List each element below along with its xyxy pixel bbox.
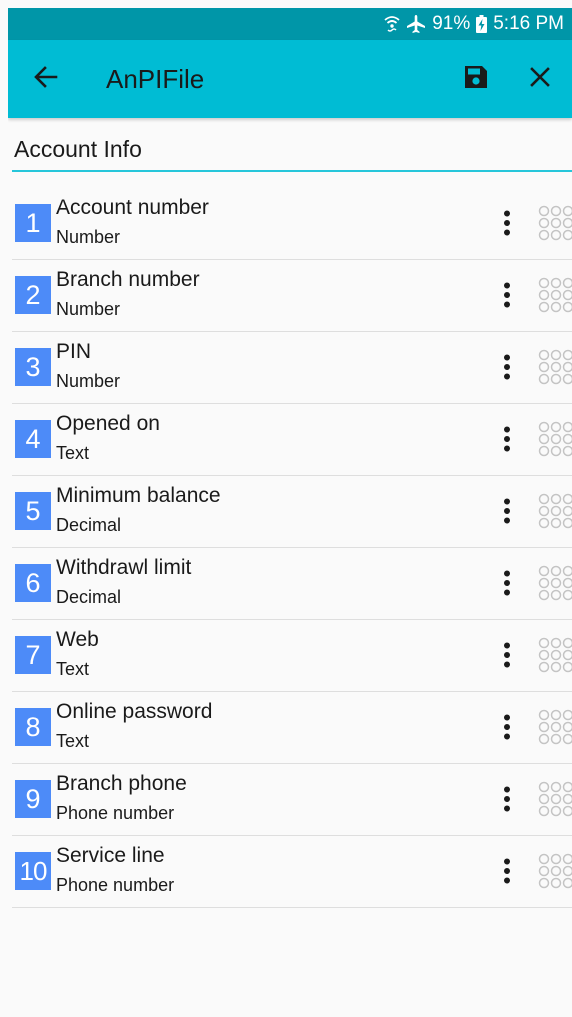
field-index-badge: 8 (15, 708, 51, 746)
field-labels: Web Text (56, 628, 99, 680)
field-type: Number (56, 227, 121, 247)
field-labels: Branch phone Phone number (56, 772, 187, 824)
field-index-badge: 2 (15, 276, 51, 314)
field-name: Branch number (56, 268, 200, 291)
field-row[interactable]: 5 Minimum balance Decimal (12, 476, 572, 548)
battery-charging-icon (476, 15, 488, 33)
field-index-badge: 6 (15, 564, 51, 602)
close-icon (530, 66, 550, 92)
drag-handle-icon[interactable] (537, 636, 572, 674)
field-name: Web (56, 628, 99, 651)
section-title-underline (12, 170, 572, 172)
field-name: PIN (56, 340, 92, 363)
more-vert-icon[interactable] (492, 638, 522, 672)
field-labels: Account number Number (56, 196, 209, 248)
field-type: Text (56, 443, 90, 463)
clock: 5:16 PM (493, 13, 564, 34)
field-name: Withdrawl limit (56, 556, 192, 579)
close-button[interactable] (508, 40, 572, 118)
account-info-section: Account Info 1 Account number Number 2 B… (12, 132, 572, 908)
drag-handle-icon[interactable] (537, 420, 572, 458)
field-index-badge: 1 (15, 204, 51, 242)
more-vert-icon[interactable] (492, 710, 522, 744)
field-name: Minimum balance (56, 484, 221, 507)
field-row[interactable]: 1 Account number Number (12, 188, 572, 260)
field-type: Decimal (56, 587, 122, 607)
field-row[interactable]: 7 Web Text (12, 620, 572, 692)
field-type: Number (56, 371, 121, 391)
drag-handle-icon[interactable] (537, 708, 572, 746)
field-name: Branch phone (56, 772, 187, 795)
field-index-badge: 7 (15, 636, 51, 674)
drag-handle-icon[interactable] (537, 852, 572, 890)
more-vert-icon[interactable] (492, 350, 522, 384)
back-button[interactable] (8, 40, 84, 118)
drag-handle-icon[interactable] (537, 276, 572, 314)
status-bar: 91% 5:16 PM (8, 8, 572, 40)
save-icon (464, 65, 488, 94)
field-labels: PIN Number (56, 340, 120, 392)
more-vert-icon[interactable] (492, 854, 522, 888)
field-row[interactable]: 9 Branch phone Phone number (12, 764, 572, 836)
field-labels: Minimum balance Decimal (56, 484, 221, 536)
field-name: Account number (56, 196, 209, 219)
field-row[interactable]: 10 Service line Phone number (12, 836, 572, 908)
field-row[interactable]: 8 Online password Text (12, 692, 572, 764)
field-row[interactable]: 2 Branch number Number (12, 260, 572, 332)
field-type: Phone number (56, 875, 175, 895)
field-list: 1 Account number Number 2 Branch number … (12, 188, 572, 908)
field-type: Number (56, 299, 121, 319)
field-index-badge: 5 (15, 492, 51, 530)
save-button[interactable] (444, 40, 508, 118)
field-index-badge: 4 (15, 420, 51, 458)
airplane-mode-icon (406, 14, 426, 34)
field-row[interactable]: 6 Withdrawl limit Decimal (12, 548, 572, 620)
screen: 91% 5:16 PM AnPIFile Account Info 1 Acco… (8, 8, 572, 1017)
drag-handle-icon[interactable] (537, 348, 572, 386)
wifi-calling-icon (384, 15, 400, 33)
more-vert-icon[interactable] (492, 566, 522, 600)
drag-handle-icon[interactable] (537, 564, 572, 602)
battery-level: 91% (432, 13, 471, 34)
field-labels: Opened on Text (56, 412, 160, 464)
more-vert-icon[interactable] (492, 278, 522, 312)
field-type: Text (56, 659, 90, 679)
field-index-badge: 9 (15, 780, 51, 818)
more-vert-icon[interactable] (492, 206, 522, 240)
field-name: Service line (56, 844, 165, 867)
app-bar: AnPIFile (8, 40, 572, 118)
field-type: Decimal (56, 515, 122, 535)
drag-handle-icon[interactable] (537, 780, 572, 818)
drag-handle-icon[interactable] (537, 492, 572, 530)
field-labels: Online password Text (56, 700, 212, 752)
more-vert-icon[interactable] (492, 422, 522, 456)
field-index-badge: 3 (15, 348, 51, 386)
section-title-input[interactable]: Account Info (12, 132, 572, 166)
drag-handle-icon[interactable] (537, 204, 572, 242)
field-row[interactable]: 4 Opened on Text (12, 404, 572, 476)
field-labels: Service line Phone number (56, 844, 174, 896)
field-labels: Branch number Number (56, 268, 200, 320)
more-vert-icon[interactable] (492, 494, 522, 528)
field-name: Online password (56, 700, 213, 723)
field-index-badge: 10 (15, 852, 51, 890)
back-arrow-icon (34, 65, 58, 93)
app-title: AnPIFile (106, 63, 205, 94)
field-type: Text (56, 731, 90, 751)
field-row[interactable]: 3 PIN Number (12, 332, 572, 404)
field-labels: Withdrawl limit Decimal (56, 556, 191, 608)
more-vert-icon[interactable] (492, 782, 522, 816)
field-name: Opened on (56, 412, 160, 435)
field-type: Phone number (56, 803, 175, 823)
